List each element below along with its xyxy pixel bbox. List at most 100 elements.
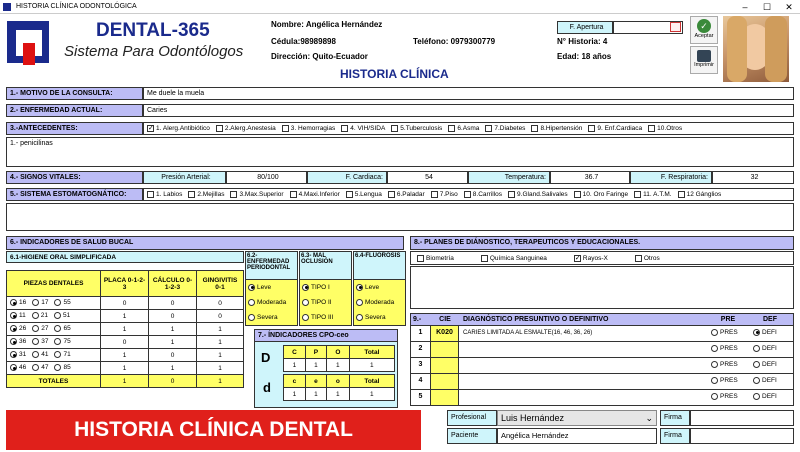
radio[interactable] xyxy=(248,298,255,306)
checkbox[interactable] xyxy=(417,254,424,262)
pres-radio[interactable]: PRES xyxy=(707,374,749,389)
checkbox[interactable] xyxy=(588,125,596,132)
checkbox[interactable] xyxy=(677,191,685,198)
oclusion-option[interactable]: TIPO I xyxy=(300,280,351,295)
checkbox[interactable] xyxy=(215,125,223,132)
radio[interactable] xyxy=(753,344,760,352)
estomatognatico-option[interactable]: 5.Lengua xyxy=(345,189,382,200)
pres-radio[interactable]: PRES xyxy=(707,342,749,357)
radio[interactable] xyxy=(356,283,363,291)
antecedente-option[interactable]: 6.Asma xyxy=(448,123,479,134)
score-cell[interactable]: 1 xyxy=(100,348,149,362)
radio[interactable] xyxy=(302,298,309,306)
radio[interactable] xyxy=(753,376,760,384)
score-cell[interactable]: 0 xyxy=(196,309,244,323)
score-cell[interactable]: 0 xyxy=(148,296,197,310)
diagnostico-field[interactable] xyxy=(459,342,707,357)
checkbox[interactable] xyxy=(648,125,656,132)
checkbox[interactable] xyxy=(573,253,581,264)
antecedente-option[interactable]: 1. Alerg.Antibiótico xyxy=(147,123,210,134)
radio[interactable] xyxy=(711,360,718,368)
radio[interactable] xyxy=(711,328,718,336)
cpo-cell[interactable]: 1 xyxy=(348,358,396,372)
motivo-field[interactable]: Me duele la muela xyxy=(143,87,794,100)
cpo-cell[interactable]: 1 xyxy=(304,387,328,401)
radio[interactable] xyxy=(356,298,363,306)
firma-field-1[interactable] xyxy=(690,410,794,426)
checkbox[interactable] xyxy=(391,125,399,132)
presion-field[interactable]: 80/100 xyxy=(226,171,307,184)
pieza-radio[interactable] xyxy=(32,338,40,346)
estomatognatico-option[interactable]: 11. A.T.M. xyxy=(634,189,672,200)
cie-field[interactable] xyxy=(431,342,459,357)
radio[interactable] xyxy=(711,344,718,352)
perio-option[interactable]: Leve xyxy=(246,280,297,295)
checkbox[interactable] xyxy=(448,125,456,132)
checkbox[interactable] xyxy=(345,191,353,198)
cie-field[interactable] xyxy=(431,358,459,373)
maximize-button[interactable]: ☐ xyxy=(756,0,778,14)
firma-field-2[interactable] xyxy=(690,428,794,444)
checkbox[interactable] xyxy=(531,125,539,132)
perio-option[interactable]: Severa xyxy=(246,310,297,325)
fluorosis-option[interactable]: Severa xyxy=(354,310,405,325)
perio-option[interactable]: Moderada xyxy=(246,295,297,310)
score-cell[interactable]: 1 xyxy=(148,322,197,336)
estomatognatico-option[interactable]: 8.Carrillos xyxy=(463,189,502,200)
estomatognatico-notes[interactable] xyxy=(6,203,794,231)
radio[interactable] xyxy=(302,283,309,291)
pieza-radio[interactable] xyxy=(10,299,17,307)
estomatognatico-option[interactable]: 7.Piso xyxy=(430,189,458,200)
diagnostico-field[interactable]: CARIES LIMITADA AL ESMALTE(16, 46, 36, 2… xyxy=(459,326,707,341)
radio[interactable] xyxy=(753,328,760,336)
pieza-radio[interactable] xyxy=(53,312,61,320)
pieza-radio[interactable] xyxy=(10,364,17,372)
score-cell[interactable]: 1 xyxy=(196,361,244,375)
score-cell[interactable]: 0 xyxy=(100,335,149,349)
pieza-radio[interactable] xyxy=(32,351,40,359)
cpo-cell[interactable]: 1 xyxy=(283,387,306,401)
cpo-cell[interactable]: 1 xyxy=(326,358,350,372)
cpo-cell[interactable]: 1 xyxy=(326,387,350,401)
diagnostico-field[interactable] xyxy=(459,358,707,373)
checkbox[interactable] xyxy=(147,191,154,198)
radio[interactable] xyxy=(248,283,255,291)
antecedente-option[interactable]: 3. Hemorragias xyxy=(281,123,335,134)
radio[interactable] xyxy=(753,392,760,400)
checkbox[interactable] xyxy=(430,191,438,198)
estomatognatico-option[interactable]: 9.Gland.Salivales xyxy=(508,189,568,200)
pieza-radio[interactable] xyxy=(10,351,17,359)
cpo-cell[interactable]: 1 xyxy=(304,358,328,372)
cie-field[interactable]: K020 xyxy=(431,326,459,341)
fluorosis-option[interactable]: Moderada xyxy=(354,295,405,310)
cpo-cell[interactable]: 1 xyxy=(283,358,306,372)
fluorosis-option[interactable]: Leve xyxy=(354,280,405,295)
checkbox[interactable] xyxy=(341,125,349,132)
radio[interactable] xyxy=(753,360,760,368)
defi-radio[interactable]: DEFI xyxy=(749,326,791,341)
minimize-button[interactable]: – xyxy=(734,0,756,14)
plan-option[interactable]: Biometría xyxy=(417,253,454,264)
cpo-cell[interactable]: 1 xyxy=(348,387,396,401)
aceptar-button[interactable]: ✓ Aceptar xyxy=(690,16,718,44)
diagnostico-field[interactable] xyxy=(459,374,707,389)
pieza-radio[interactable] xyxy=(10,325,17,333)
score-cell[interactable]: 0 xyxy=(196,296,244,310)
estomatognatico-option[interactable]: 12 Gánglios xyxy=(677,189,721,200)
oclusion-option[interactable]: TIPO II xyxy=(300,295,351,310)
antecedente-option[interactable]: 4. VIH/SIDA xyxy=(341,123,385,134)
checkbox[interactable] xyxy=(281,125,289,132)
pieza-radio[interactable] xyxy=(54,351,62,359)
estomatognatico-option[interactable]: 4.Maxi.Inferior xyxy=(289,189,340,200)
checkbox[interactable] xyxy=(188,191,196,198)
plan-option[interactable]: Otros xyxy=(634,253,660,264)
checkbox[interactable] xyxy=(634,191,642,198)
score-cell[interactable]: 1 xyxy=(100,322,149,336)
score-cell[interactable]: 1 xyxy=(148,335,197,349)
pieza-radio[interactable] xyxy=(31,312,39,320)
score-cell[interactable]: 1 xyxy=(196,335,244,349)
antecedente-option[interactable]: 5.Tuberculosis xyxy=(391,123,442,134)
resp-field[interactable]: 32 xyxy=(712,171,794,184)
radio[interactable] xyxy=(711,376,718,384)
estomatognatico-option[interactable]: 1. Labios xyxy=(147,189,182,200)
